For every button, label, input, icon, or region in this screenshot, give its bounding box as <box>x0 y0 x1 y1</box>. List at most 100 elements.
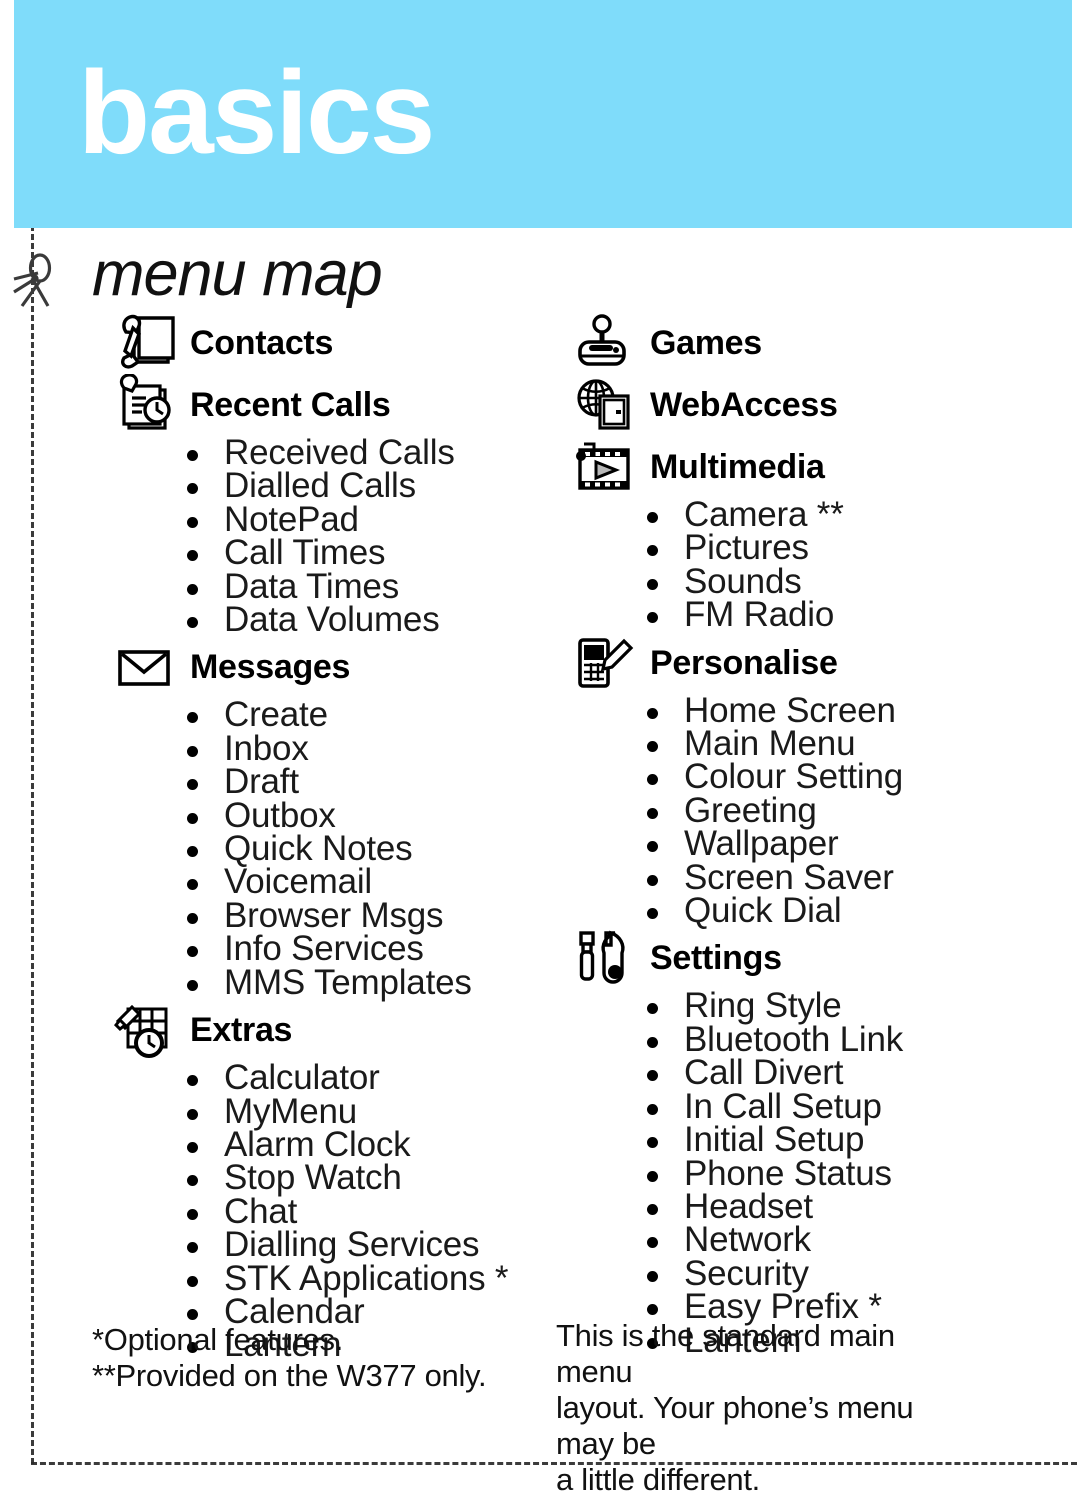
footnote-optional-features: *Optional features. <box>92 1322 344 1357</box>
menu-item[interactable]: Draft <box>187 764 562 799</box>
bullet-icon <box>187 1141 198 1153</box>
menu-item[interactable]: Network <box>647 1222 1032 1257</box>
menu-item[interactable]: Bluetooth Link <box>647 1022 1032 1057</box>
chapter-title: basics <box>78 47 435 179</box>
menu-item[interactable]: Call Divert <box>647 1055 1032 1090</box>
menu-group-contacts[interactable]: Contacts <box>112 312 562 374</box>
menu-group-label: Contacts <box>190 324 334 362</box>
menu-item[interactable]: Call Times <box>187 535 562 570</box>
menu-item[interactable]: Camera ** <box>647 497 1032 532</box>
menu-group: Personalise Home Screen Main Menu Colour Se… <box>572 632 1032 928</box>
menu-group-extras[interactable]: Extras <box>112 999 562 1061</box>
menu-group-recent-calls[interactable]: Recent Calls <box>112 374 562 436</box>
menu-item[interactable]: Voicemail <box>187 864 562 899</box>
menu-group-label: Recent Calls <box>190 386 391 424</box>
menu-item[interactable]: Home Screen <box>647 693 1032 728</box>
bullet-icon <box>187 779 198 791</box>
footnote-standard-layout-line-1: This is the standard main menu <box>556 1318 895 1389</box>
menu-item[interactable]: Info Services <box>187 931 562 966</box>
bullet-icon <box>187 1275 198 1287</box>
bullet-icon <box>187 812 198 824</box>
menu-item[interactable]: Wallpaper <box>647 826 1032 861</box>
menu-item[interactable]: Dialled Calls <box>187 468 562 503</box>
menu-group: Extras Calculator MyMenu Alarm Clock Stop Wa… <box>112 999 562 1362</box>
menu-item-list: Ring Style Bluetooth Link Call Divert In Ca… <box>572 988 1032 1358</box>
menu-group-personalise[interactable]: Personalise <box>572 632 1032 694</box>
footnote-left: *Optional features. **Provided on the W3… <box>92 1322 522 1394</box>
menu-column-right: Games WebAccess Multimedia Camera ** Pictu… <box>572 312 1032 1358</box>
bullet-icon <box>187 450 198 461</box>
menu-item[interactable]: Greeting <box>647 793 1032 828</box>
menu-item[interactable]: MMS Templates <box>187 965 562 1000</box>
extras-icon <box>112 999 180 1061</box>
menu-item[interactable]: In Call Setup <box>647 1089 1032 1124</box>
menu-group: Recent Calls Received Calls Dialled Calls N… <box>112 374 562 637</box>
menu-item[interactable]: MyMenu <box>187 1094 562 1129</box>
menu-group-label: Multimedia <box>650 448 825 486</box>
bullet-icon <box>647 1203 658 1215</box>
page-title: menu map <box>92 239 383 309</box>
menu-item[interactable]: Calculator <box>187 1060 562 1095</box>
menu-item-label: Quick Dial <box>684 891 842 931</box>
menu-group-settings[interactable]: Settings <box>572 927 1032 989</box>
menu-group: Games <box>572 312 1032 374</box>
menu-item[interactable]: Data Times <box>187 569 562 604</box>
bullet-icon <box>187 550 198 562</box>
bullet-icon <box>187 583 198 595</box>
menu-item[interactable]: Main Menu <box>647 726 1032 761</box>
bullet-icon <box>647 774 658 786</box>
footnote-standard-layout-line-2: layout. Your phone’s menu may be <box>556 1390 914 1461</box>
menu-item[interactable]: Create <box>187 697 562 732</box>
bullet-icon <box>647 1137 658 1149</box>
menu-group: Settings Ring Style Bluetooth Link Call Div… <box>572 927 1032 1358</box>
menu-group-label: Extras <box>190 1011 293 1050</box>
menu-item[interactable]: Outbox <box>187 798 562 833</box>
menu-item[interactable]: Inbox <box>187 731 562 766</box>
menu-group: Messages Create Inbox Draft Outbox Quick Note… <box>112 636 562 1000</box>
menu-group-label: Messages <box>190 648 351 687</box>
menu-item[interactable]: Headset <box>647 1189 1032 1224</box>
menu-item[interactable]: Browser Msgs <box>187 898 562 933</box>
menu-item[interactable]: Phone Status <box>647 1156 1032 1191</box>
menu-item[interactable]: NotePad <box>187 502 562 537</box>
menu-item[interactable]: STK Applications * <box>187 1261 562 1296</box>
menu-item[interactable]: Screen Saver <box>647 860 1032 895</box>
bullet-icon <box>187 846 198 858</box>
recent-calls-icon <box>112 374 180 436</box>
menu-item[interactable]: Dialling Services <box>187 1227 562 1262</box>
menu-item[interactable]: Quick Dial <box>647 891 1032 931</box>
bullet-icon <box>647 612 658 624</box>
menu-item[interactable]: Pictures <box>647 530 1032 565</box>
menu-item-list: Home Screen Main Menu Colour Setting Greeti… <box>572 693 1032 931</box>
menu-item[interactable]: Received Calls <box>187 435 562 470</box>
bullet-icon <box>187 1242 198 1254</box>
settings-icon <box>572 927 640 989</box>
menu-item-list: Calculator MyMenu Alarm Clock Stop Watch Cha… <box>112 1060 562 1362</box>
menu-item-list: Create Inbox Draft Outbox Quick Notes Voicema… <box>112 697 562 1000</box>
menu-group-messages[interactable]: Messages <box>112 636 562 698</box>
bullet-icon <box>647 545 658 557</box>
menu-group-games[interactable]: Games <box>572 312 1032 374</box>
menu-item[interactable]: Alarm Clock <box>187 1127 562 1162</box>
menu-item[interactable]: Data Volumes <box>187 602 562 637</box>
menu-group: WebAccess <box>572 374 1032 436</box>
menu-item[interactable]: Security <box>647 1256 1032 1291</box>
menu-item[interactable]: Chat <box>187 1194 562 1229</box>
menu-item[interactable]: Ring Style <box>647 988 1032 1023</box>
menu-group-webaccess[interactable]: WebAccess <box>572 374 1032 436</box>
menu-item[interactable]: Quick Notes <box>187 831 562 866</box>
menu-group-multimedia[interactable]: Multimedia <box>572 436 1032 498</box>
menu-item[interactable]: Stop Watch <box>187 1160 562 1195</box>
bullet-icon <box>647 1170 658 1182</box>
menu-item-list: Received Calls Dialled Calls NotePad Call T… <box>112 435 562 637</box>
menu-item[interactable]: Initial Setup <box>647 1122 1032 1157</box>
menu-item[interactable]: Sounds <box>647 564 1032 599</box>
bullet-icon <box>647 741 658 753</box>
menu-item[interactable]: FM Radio <box>647 597 1032 632</box>
personalise-icon <box>572 632 640 694</box>
bullet-icon <box>187 1108 198 1120</box>
footnote-right: This is the standard main menu layout. Y… <box>556 1318 976 1498</box>
menu-item[interactable]: Colour Setting <box>647 759 1032 794</box>
menu-group-label: Games <box>650 324 762 362</box>
bullet-icon <box>187 1208 198 1220</box>
